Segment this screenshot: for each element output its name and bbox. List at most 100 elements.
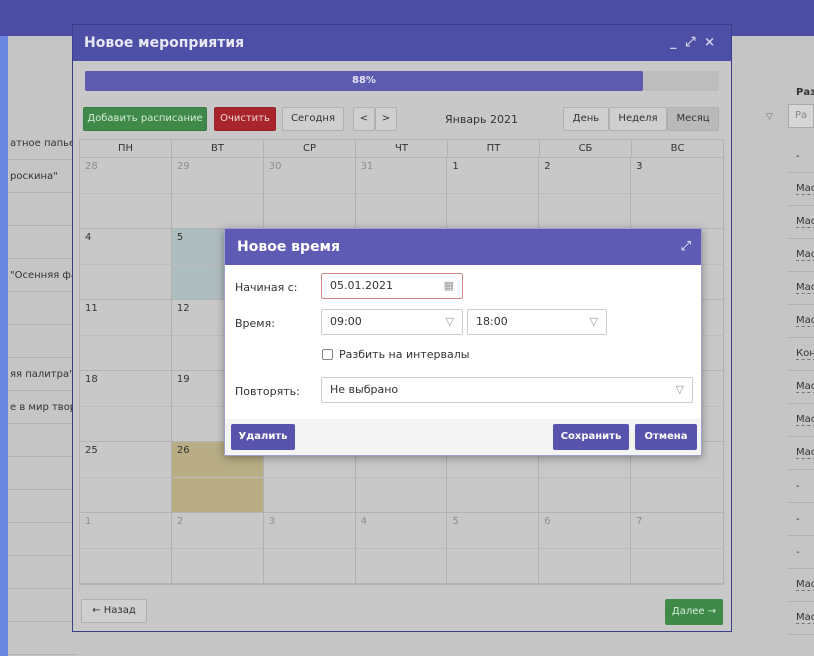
delete-button[interactable]: Удалить: [231, 424, 295, 450]
repeat-select[interactable]: Не выбрано ▽: [321, 377, 693, 403]
start-date-value: 05.01.2021: [330, 279, 393, 292]
time-to-value: 18:00: [476, 315, 508, 328]
list-item-link: -: [796, 546, 800, 558]
calendar-day-cell[interactable]: 1: [447, 158, 540, 229]
chevron-down-icon: ▽: [589, 315, 598, 328]
list-item[interactable]: Мас: [788, 371, 814, 404]
calendar-day-cell[interactable]: 3: [263, 513, 356, 584]
list-item[interactable]: Мас: [788, 206, 814, 239]
list-item[interactable]: Кон: [788, 338, 814, 371]
cell-divider: [171, 193, 263, 194]
list-item: [8, 622, 78, 655]
calendar-day-cell[interactable]: 11: [80, 300, 172, 371]
list-item[interactable]: Мас: [788, 404, 814, 437]
list-item[interactable]: Мас: [788, 173, 814, 206]
calendar-day-cell[interactable]: 4: [355, 513, 448, 584]
list-item: [8, 193, 78, 226]
list-item[interactable]: Мас: [788, 305, 814, 338]
split-intervals-checkbox[interactable]: [322, 349, 333, 360]
cancel-button[interactable]: Отмена: [635, 424, 697, 450]
time-from-select[interactable]: 09:00 ▽: [321, 309, 463, 335]
list-item[interactable]: Мас: [788, 569, 814, 602]
list-item[interactable]: Мас: [788, 272, 814, 305]
weekday-label: ЧТ: [356, 140, 448, 157]
list-item: [8, 589, 78, 622]
calendar-icon[interactable]: ▦: [444, 274, 454, 298]
cell-divider: [355, 193, 447, 194]
list-item-link: Мас: [796, 414, 814, 426]
expand-icon[interactable]: ⤢: [681, 229, 691, 265]
list-item-link: -: [796, 513, 800, 525]
calendar-day-number: 3: [268, 516, 276, 527]
calendar-day-number: 25: [85, 445, 98, 456]
list-item[interactable]: Мас: [788, 602, 814, 635]
next-button[interactable]: Далее →: [665, 599, 723, 625]
list-item: е в мир твор: [8, 391, 78, 424]
list-item-link: -: [796, 480, 800, 492]
cell-divider: [80, 335, 171, 336]
calendar-day-number: 11: [85, 303, 98, 314]
list-item: [8, 226, 78, 259]
list-item: атное папье: [8, 127, 78, 160]
list-item-link: Мас: [796, 447, 814, 459]
calendar-day-number: 6: [544, 516, 551, 527]
cell-divider: [631, 193, 723, 194]
list-item-link: -: [796, 150, 800, 162]
new-time-dialog: Новое время ⤢ Начиная с: 05.01.2021 ▦ Вр…: [224, 228, 702, 456]
next-month-button[interactable]: >: [375, 107, 397, 131]
calendar-day-cell[interactable]: 1: [80, 513, 172, 584]
list-item: [8, 457, 78, 490]
list-item[interactable]: -: [788, 503, 814, 536]
view-week-tab[interactable]: Неделя: [609, 107, 667, 131]
calendar-day-cell[interactable]: 25: [80, 442, 172, 513]
prev-month-button[interactable]: <: [353, 107, 375, 131]
calendar-day-cell[interactable]: 18: [80, 371, 172, 442]
calendar-day-number: 5: [176, 232, 184, 243]
today-button[interactable]: Сегодня: [282, 107, 344, 131]
calendar-day-cell[interactable]: 31: [355, 158, 448, 229]
list-item[interactable]: -: [788, 140, 814, 173]
list-item: роскина": [8, 160, 78, 193]
calendar-day-cell[interactable]: 7: [631, 513, 723, 584]
cell-divider: [539, 548, 631, 549]
clear-button[interactable]: Очистить: [214, 107, 276, 131]
list-item[interactable]: Мас: [788, 239, 814, 272]
list-item-link: Мас: [796, 249, 814, 261]
calendar-day-cell[interactable]: 5: [447, 513, 540, 584]
repeat-label: Повторять:: [235, 385, 300, 398]
calendar-day-cell[interactable]: 4: [80, 229, 172, 300]
background-list: атное папье роскина" "Осенняя фа яя палитра…: [8, 36, 78, 656]
chevron-down-icon: ▽: [445, 315, 454, 328]
calendar-day-cell[interactable]: 6: [539, 513, 632, 584]
weekday-label: ВТ: [172, 140, 264, 157]
view-month-tab[interactable]: Месяц: [667, 107, 719, 131]
cell-divider: [355, 548, 447, 549]
window-controls-icon[interactable]: _ ⤢ ×: [670, 25, 717, 61]
list-item[interactable]: Мас: [788, 437, 814, 470]
calendar-day-cell[interactable]: 3: [631, 158, 723, 229]
cell-divider: [80, 264, 171, 265]
cell-divider: [539, 193, 631, 194]
time-to-select[interactable]: 18:00 ▽: [467, 309, 607, 335]
right-column-filter-input[interactable]: Ра: [788, 104, 814, 128]
back-button[interactable]: ← Назад: [81, 599, 147, 623]
list-item-link: Мас: [796, 612, 814, 624]
list-item[interactable]: -: [788, 536, 814, 569]
weekday-label: ВС: [670, 143, 685, 154]
calendar-day-cell[interactable]: 2: [171, 513, 264, 584]
calendar-day-cell[interactable]: 2: [539, 158, 632, 229]
start-date-input[interactable]: 05.01.2021 ▦: [321, 273, 463, 299]
calendar-day-cell[interactable]: 28: [80, 158, 172, 229]
cell-divider: [80, 548, 171, 549]
calendar-day-cell[interactable]: 30: [263, 158, 356, 229]
calendar-weekday-header: ПН ВТ СР ЧТ ПТ СБ ВС: [80, 140, 723, 158]
calendar-month-title: Январь 2021: [445, 113, 519, 126]
calendar-day-cell[interactable]: 29: [171, 158, 264, 229]
filter-dropdown-arrow-icon[interactable]: ▽: [766, 112, 773, 122]
save-button[interactable]: Сохранить: [553, 424, 629, 450]
calendar-day-number: 2: [176, 516, 184, 527]
add-schedule-button[interactable]: Добавить расписание: [83, 107, 207, 131]
view-day-tab[interactable]: День: [563, 107, 609, 131]
list-item: [8, 523, 78, 556]
list-item[interactable]: -: [788, 470, 814, 503]
